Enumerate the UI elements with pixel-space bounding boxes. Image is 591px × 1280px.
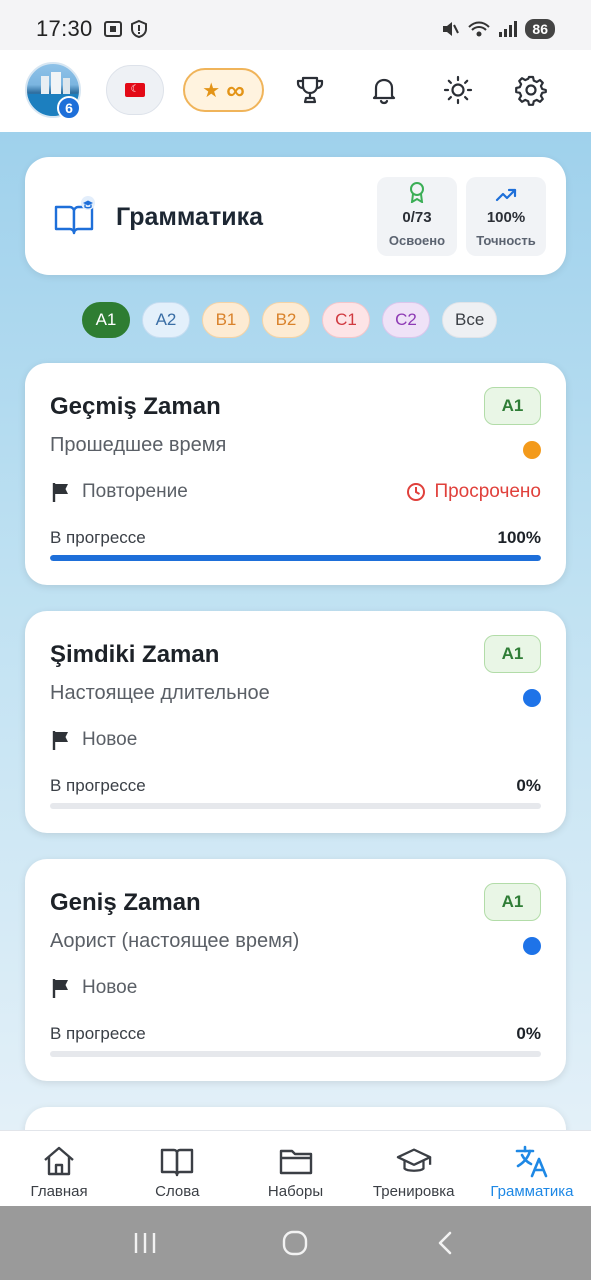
topic-card[interactable]: Geçmiş Zaman A1 Прошедшее время Повторен… xyxy=(25,363,566,585)
level-chip-c2[interactable]: C2 xyxy=(382,302,430,338)
flag-icon xyxy=(52,731,68,750)
mastered-value: 0/73 xyxy=(402,209,432,226)
back-icon[interactable] xyxy=(432,1229,460,1257)
language-flag-button[interactable]: ☾ xyxy=(106,65,164,115)
bottom-navigation: Главная Слова Наборы Тренировка Граммати… xyxy=(0,1130,591,1206)
home-icon xyxy=(44,1146,74,1176)
home-button-icon[interactable] xyxy=(280,1228,310,1258)
folder-icon xyxy=(279,1149,312,1175)
topic-status: Новое xyxy=(82,729,138,750)
level-badge: A1 xyxy=(484,883,541,921)
topic-status: Повторение xyxy=(82,481,188,502)
overdue-label: Просрочено xyxy=(434,481,541,502)
nav-sets[interactable]: Наборы xyxy=(236,1131,354,1206)
topic-card-partial[interactable] xyxy=(25,1107,566,1130)
topic-card[interactable]: Geniş Zaman A1 Аорист (настоящее время) … xyxy=(25,859,566,1081)
signal-icon xyxy=(499,21,518,37)
topic-subtitle: Аорист (настоящее время) xyxy=(50,930,300,952)
topic-status: Новое xyxy=(82,977,138,998)
award-icon xyxy=(410,182,424,203)
grammar-header-card: Грамматика 0/73 Освоено 100% Точность xyxy=(25,157,566,275)
accuracy-stat: 100% Точность xyxy=(466,177,546,256)
progress-bar xyxy=(50,803,541,809)
graduation-cap-icon xyxy=(396,1148,431,1172)
level-filter: A1 A2 B1 B2 C1 C2 Все xyxy=(82,302,498,338)
avatar-level-badge: 6 xyxy=(57,96,81,120)
infinity-icon: ∞ xyxy=(226,75,245,105)
progress-bar xyxy=(50,1051,541,1057)
trophy-button[interactable] xyxy=(292,72,328,108)
premium-button[interactable]: ★ ∞ xyxy=(183,68,264,112)
trophy-icon xyxy=(296,76,324,104)
level-chip-b2[interactable]: B2 xyxy=(262,302,310,338)
nav-home-label: Главная xyxy=(30,1183,88,1200)
nav-training-label: Тренировка xyxy=(372,1183,455,1200)
accuracy-value: 100% xyxy=(486,209,526,226)
wifi-icon xyxy=(468,21,491,37)
progress-value: 0% xyxy=(516,1024,541,1043)
status-dot xyxy=(523,937,541,955)
accuracy-label: Точность xyxy=(476,233,536,248)
grammar-book-icon xyxy=(54,196,95,235)
system-navigation-bar xyxy=(0,1206,591,1280)
nav-words-label: Слова xyxy=(155,1183,200,1200)
mute-icon xyxy=(443,22,460,36)
settings-button[interactable] xyxy=(513,72,549,108)
progress-value: 0% xyxy=(516,776,541,795)
nav-grammar[interactable]: Грамматика xyxy=(473,1131,591,1206)
level-chip-b1[interactable]: B1 xyxy=(202,302,250,338)
flag-icon xyxy=(52,483,68,502)
nav-sets-label: Наборы xyxy=(267,1183,324,1200)
topic-subtitle: Прошедшее время xyxy=(50,434,227,456)
clock-icon xyxy=(407,483,426,501)
level-badge: A1 xyxy=(484,635,541,673)
turkey-flag-icon: ☾ xyxy=(125,83,145,97)
topic-title: Geniş Zaman xyxy=(50,889,201,916)
topic-subtitle: Настоящее длительное xyxy=(50,682,270,704)
progress-label: В прогрессе xyxy=(50,776,146,795)
battery-level: 86 xyxy=(525,19,555,39)
sun-icon xyxy=(443,75,473,105)
notifications-button[interactable] xyxy=(366,72,402,108)
bell-icon xyxy=(372,78,396,105)
level-badge: A1 xyxy=(484,387,541,425)
progress-value: 100% xyxy=(497,528,541,547)
gear-icon xyxy=(515,75,547,106)
mastered-stat: 0/73 Освоено xyxy=(377,177,457,256)
theme-toggle-button[interactable] xyxy=(440,72,476,108)
mastered-label: Освоено xyxy=(388,233,446,248)
overdue-indicator: Просрочено xyxy=(406,481,541,503)
status-dot xyxy=(523,441,541,459)
nav-words[interactable]: Слова xyxy=(118,1131,236,1206)
status-dot xyxy=(523,689,541,707)
page-title: Грамматика xyxy=(116,203,263,231)
topic-title: Geçmiş Zaman xyxy=(50,393,221,420)
level-chip-c1[interactable]: C1 xyxy=(322,302,370,338)
recent-apps-icon[interactable] xyxy=(131,1229,159,1257)
status-time: 17:30 xyxy=(36,16,93,41)
star-icon: ★ xyxy=(202,79,221,102)
nav-training[interactable]: Тренировка xyxy=(355,1131,473,1206)
topic-card[interactable]: Şimdiki Zaman A1 Настоящее длительное Но… xyxy=(25,611,566,833)
translate-icon xyxy=(515,1145,548,1178)
screenshot-icon xyxy=(103,21,122,37)
shield-icon xyxy=(130,19,147,39)
level-chip-a1[interactable]: A1 xyxy=(82,302,130,338)
book-icon xyxy=(161,1148,194,1177)
level-chip-a2[interactable]: A2 xyxy=(142,302,190,338)
topic-title: Şimdiki Zaman xyxy=(50,641,220,668)
nav-grammar-label: Грамматика xyxy=(490,1183,574,1200)
progress-label: В прогрессе xyxy=(50,1024,146,1043)
trending-up-icon xyxy=(495,188,517,202)
main-content[interactable]: Грамматика 0/73 Освоено 100% Точность A1… xyxy=(0,132,591,1130)
progress-bar xyxy=(50,555,541,561)
level-chip-все[interactable]: Все xyxy=(442,302,498,338)
top-app-bar: 6 ☾ ★ ∞ xyxy=(0,50,591,132)
flag-icon xyxy=(52,979,68,998)
nav-home[interactable]: Главная xyxy=(0,1131,118,1206)
progress-label: В прогрессе xyxy=(50,528,146,547)
